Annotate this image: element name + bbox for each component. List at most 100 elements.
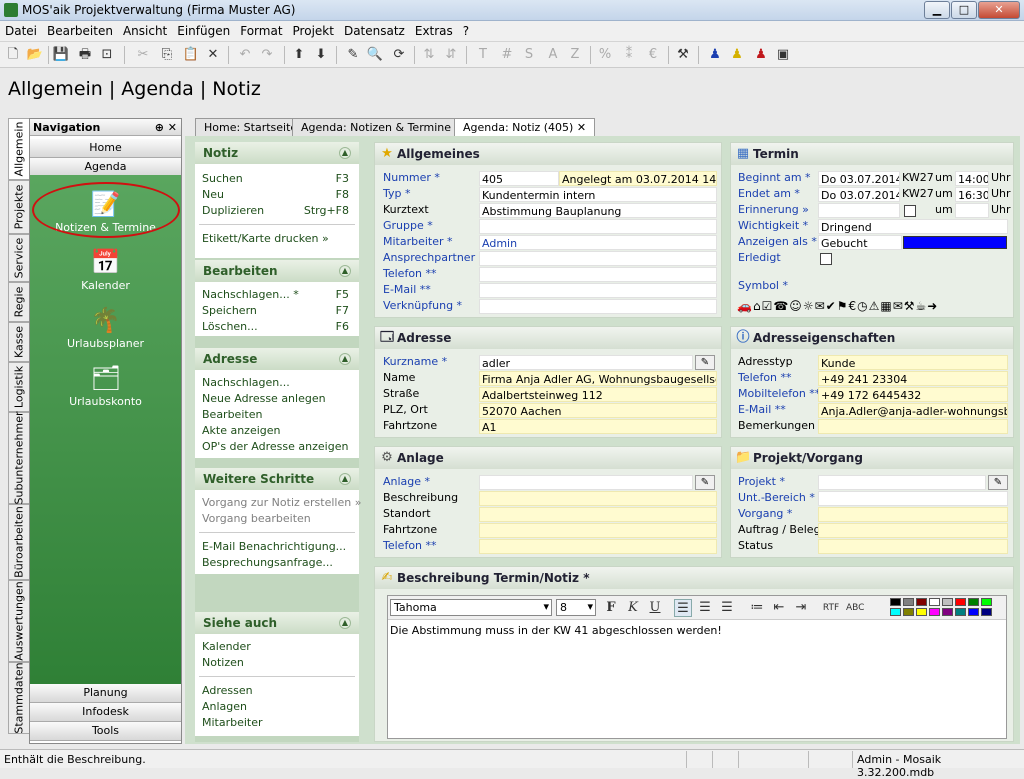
unt-bereich-field[interactable]: [818, 491, 1008, 506]
bullet-list-button[interactable]: ≔: [748, 599, 766, 617]
link-adressen[interactable]: Adressen: [202, 684, 253, 697]
vtab-allgemein[interactable]: Allgemein: [8, 118, 29, 180]
tools-icon[interactable]: ⚒: [674, 46, 692, 64]
endet-time-field[interactable]: 16:30: [955, 187, 989, 202]
link-vorgang-erstellen[interactable]: Vorgang zur Notiz erstellen »: [202, 496, 361, 509]
nav-planung-button[interactable]: Planung: [30, 684, 181, 703]
link-besprechungsanfrage[interactable]: Besprechungsanfrage...: [202, 556, 333, 569]
edit-pencil-icon[interactable]: ✎: [344, 46, 362, 64]
vtab-auswertungen[interactable]: Auswertungen: [8, 580, 29, 662]
typ-field[interactable]: Kundentermin intern: [479, 187, 717, 202]
mitarbeiter-field[interactable]: Admin: [479, 235, 717, 250]
warning-icon[interactable]: ⚠: [869, 299, 881, 313]
beginnt-date-field[interactable]: Do 03.07.2014: [818, 171, 900, 186]
chat-icon[interactable]: ✉: [815, 299, 826, 313]
color-swatch[interactable]: [929, 598, 940, 606]
menu-help[interactable]: ?: [458, 21, 474, 41]
task-icon[interactable]: ✔: [826, 299, 837, 313]
erinnerung-time-field[interactable]: [955, 203, 989, 218]
money-icon[interactable]: €: [848, 299, 857, 313]
link-email-benachrichtigung[interactable]: E-Mail Benachrichtigung...: [202, 540, 346, 553]
sort-icon[interactable]: ⇅: [420, 46, 438, 64]
link-mitarbeiter[interactable]: Mitarbeiter: [202, 716, 263, 729]
menu-projekt[interactable]: Projekt: [288, 21, 339, 41]
align-center-button[interactable]: ☰: [696, 599, 714, 617]
description-text[interactable]: Die Abstimmung muss in der KW 41 abgesch…: [390, 624, 722, 637]
tab-agenda-notiz[interactable]: Agenda: Notiz (405) ✕: [454, 118, 596, 136]
link-loeschen[interactable]: Löschen...: [202, 320, 258, 333]
car-icon[interactable]: 🚗: [737, 299, 753, 313]
bearbeiten-panel-header[interactable]: Bearbeiten ▲: [195, 260, 359, 282]
color-swatch[interactable]: [981, 608, 992, 616]
s-format-icon[interactable]: S: [520, 46, 538, 64]
check-icon[interactable]: ☑: [762, 299, 774, 313]
undo-icon[interactable]: ↶: [236, 46, 254, 64]
sort-desc-icon[interactable]: ⇵: [442, 46, 460, 64]
menu-datensatz[interactable]: Datensatz: [339, 21, 410, 41]
vtab-bueroarbeiten[interactable]: Büroarbeiten: [8, 504, 29, 580]
nav-home-button[interactable]: Home: [30, 139, 181, 158]
link-notizen[interactable]: Notizen: [202, 656, 244, 669]
beginnt-time-field[interactable]: 14:00: [955, 171, 989, 186]
color-swatch[interactable]: [968, 608, 979, 616]
telefon-field[interactable]: [479, 267, 717, 282]
nav-item-urlaubskonto[interactable]: 🗂 Urlaubskonto: [30, 363, 181, 408]
erinnerung-link[interactable]: Erinnerung »: [738, 203, 809, 216]
color-swatch[interactable]: [903, 598, 914, 606]
color-swatch[interactable]: [916, 608, 927, 616]
font-select[interactable]: Tahoma ▾: [390, 599, 552, 616]
link-suchen[interactable]: Suchen: [202, 172, 243, 185]
phone-icon[interactable]: ☎: [773, 299, 789, 313]
nav-tools-button[interactable]: Tools: [30, 722, 181, 741]
projekt-field[interactable]: [818, 475, 986, 490]
kurzname-field[interactable]: adler: [479, 355, 693, 370]
color-swatch[interactable]: [890, 598, 901, 606]
vtab-subunternehmer[interactable]: Subunternehmer: [8, 411, 29, 505]
link-adresse-bearbeiten[interactable]: Bearbeiten: [202, 408, 262, 421]
vtab-stammdaten[interactable]: Stammdaten: [8, 662, 29, 734]
erledigt-checkbox[interactable]: [820, 253, 832, 265]
cut-icon[interactable]: ✂: [134, 46, 152, 64]
underline-button[interactable]: U: [646, 599, 664, 617]
anzeigen-als-field[interactable]: Gebucht: [818, 235, 902, 250]
menu-datei[interactable]: Datei: [0, 21, 42, 41]
user-red-icon[interactable]: ♟: [752, 46, 770, 64]
collapse-icon[interactable]: ▲: [339, 473, 351, 485]
preview-icon[interactable]: ⊡: [98, 46, 116, 64]
link-duplizieren[interactable]: Duplizieren: [202, 204, 264, 217]
email-field[interactable]: [479, 283, 717, 298]
tab-agenda-notizen[interactable]: Agenda: Notizen & Termine ✕: [292, 118, 473, 136]
outdent-button[interactable]: ⇤: [770, 599, 788, 617]
color-swatch[interactable]: [955, 598, 966, 606]
nav-infodesk-button[interactable]: Infodesk: [30, 703, 181, 722]
wichtigkeit-field[interactable]: Dringend: [818, 219, 1008, 234]
text-format-icon[interactable]: T: [474, 46, 492, 64]
link-adresse-nachschlagen[interactable]: Nachschlagen...: [202, 376, 290, 389]
edit-pencil-icon[interactable]: ✎: [988, 475, 1008, 490]
font-size-select[interactable]: 8 ▾: [556, 599, 596, 616]
ansprechpartner-field[interactable]: [479, 251, 717, 266]
vtab-kasse[interactable]: Kasse: [8, 322, 29, 362]
z-format-icon[interactable]: Z: [566, 46, 584, 64]
spellcheck-button[interactable]: ABC: [846, 599, 864, 617]
open-folder-icon[interactable]: 📂: [26, 46, 44, 64]
gruppe-field[interactable]: [479, 219, 717, 234]
menu-format[interactable]: Format: [235, 21, 287, 41]
weitere-schritte-header[interactable]: Weitere Schritte ▲: [195, 468, 359, 490]
color-swatch[interactable]: [903, 608, 914, 616]
print-icon[interactable]: 🖶: [76, 46, 94, 64]
collapse-icon[interactable]: ▲: [339, 353, 351, 365]
link-speichern[interactable]: Speichern: [202, 304, 257, 317]
menu-ansicht[interactable]: Ansicht: [118, 21, 172, 41]
flag-icon[interactable]: ⚑: [837, 299, 849, 313]
notiz-panel-header[interactable]: Notiz ▲: [195, 142, 359, 164]
erinnerung-date-field[interactable]: [818, 203, 900, 218]
a-format-icon[interactable]: A: [544, 46, 562, 64]
color-swatch[interactable]: [942, 608, 953, 616]
minimize-button[interactable]: ▁: [924, 1, 950, 19]
bold-button[interactable]: F: [602, 599, 620, 617]
link-nachschlagen[interactable]: Nachschlagen... *: [202, 288, 299, 301]
tab-home-startseite[interactable]: Home: Startseite: [195, 118, 307, 136]
close-button[interactable]: ✕: [978, 1, 1020, 19]
adresse-side-header[interactable]: Adresse ▲: [195, 348, 359, 370]
